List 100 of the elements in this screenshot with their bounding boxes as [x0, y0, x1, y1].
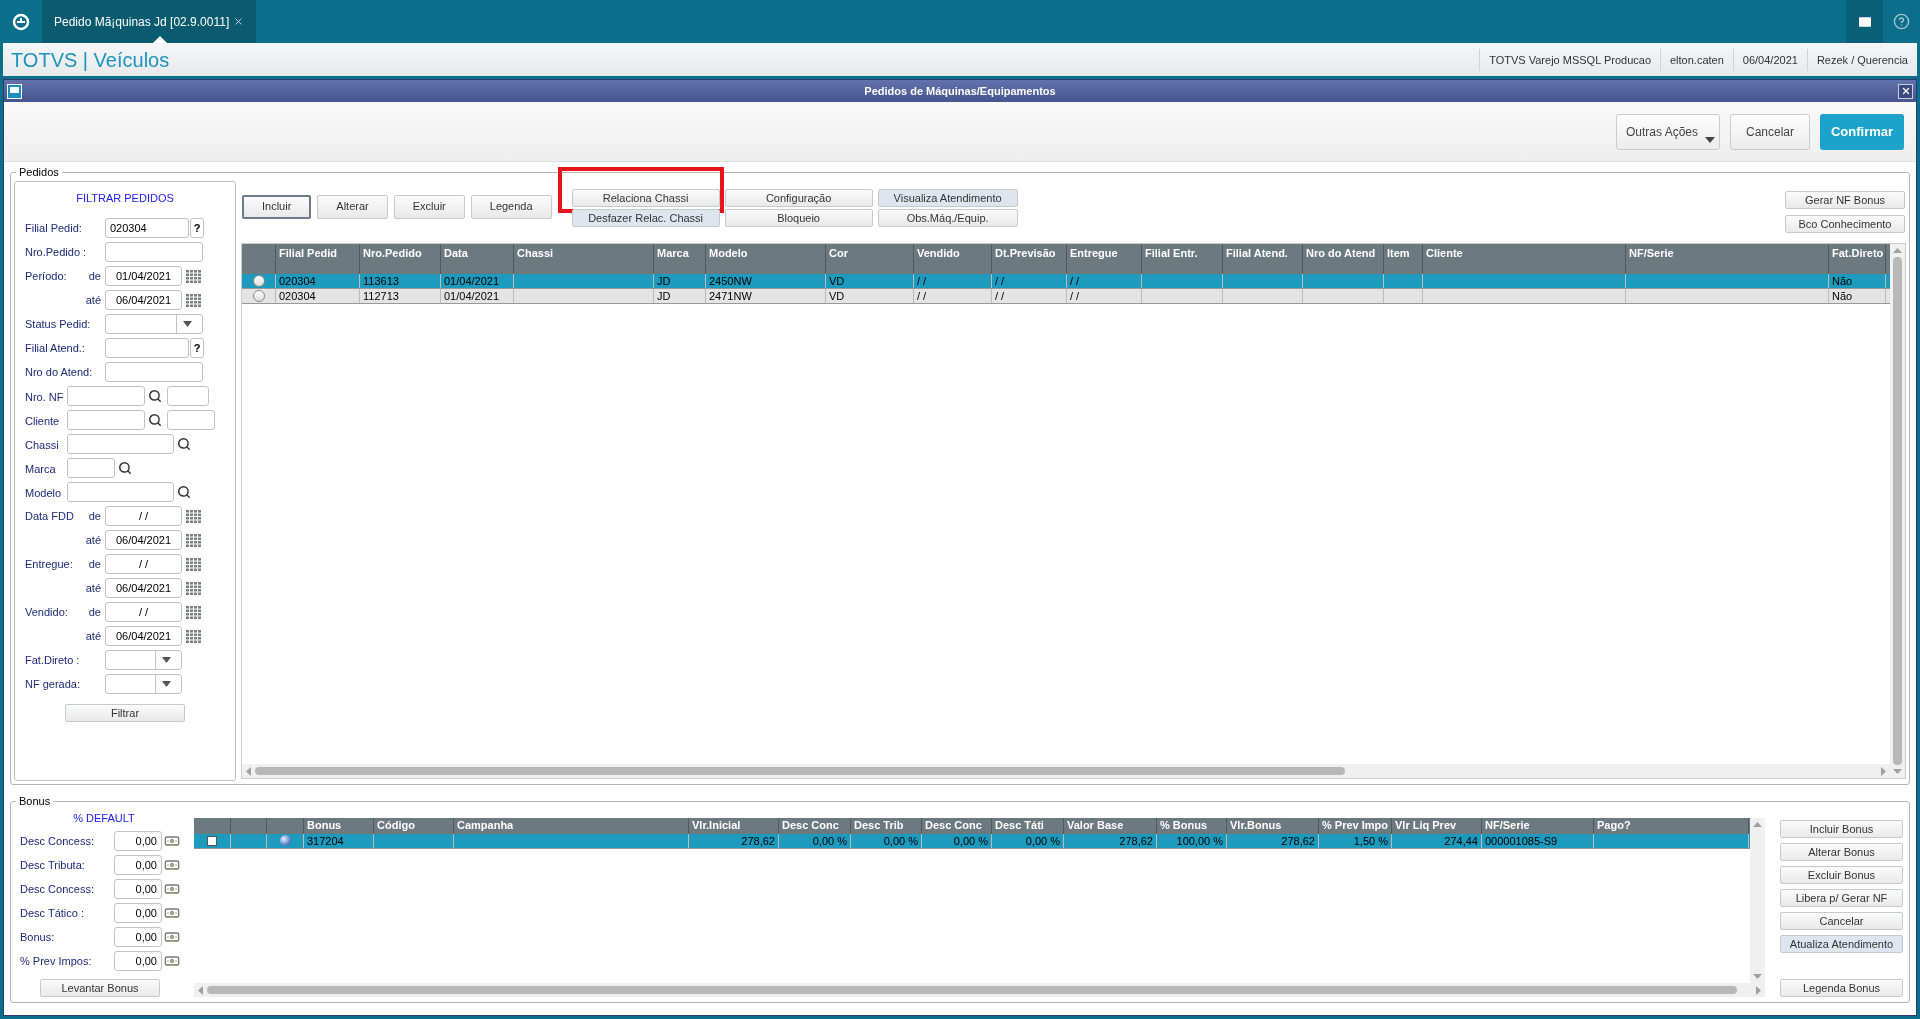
help-icon[interactable] — [1893, 13, 1910, 30]
calendar-icon[interactable] — [186, 581, 201, 595]
raise-bonus-button[interactable]: Levantar Bonus — [40, 979, 160, 997]
search-field[interactable] — [67, 482, 174, 502]
column-header[interactable]: Filial Pedid — [276, 243, 360, 274]
action-button[interactable]: Atualiza Atendimento — [1780, 934, 1903, 953]
document-tab[interactable]: Pedido Mã¡quinas Jd [02.9.0011] — [42, 0, 257, 43]
action-button[interactable]: Bco Conhecimento — [1785, 214, 1905, 233]
column-header[interactable]: Item — [1384, 243, 1423, 274]
column-header[interactable]: NF/Serie — [1626, 243, 1829, 274]
calendar-icon[interactable] — [186, 509, 201, 523]
column-header[interactable]: Modelo — [706, 243, 826, 274]
scroll-right-icon[interactable] — [1756, 985, 1761, 995]
action-button[interactable]: Libera p/ Gerar NF — [1780, 888, 1903, 907]
scroll-down-icon[interactable] — [1753, 974, 1762, 979]
text-field[interactable] — [105, 362, 203, 382]
column-header[interactable]: Dt.Previsão — [992, 243, 1067, 274]
banknote-icon[interactable] — [164, 953, 180, 969]
column-header[interactable]: Marca — [654, 243, 706, 274]
scroll-left-icon[interactable] — [246, 766, 251, 776]
search-icon[interactable] — [148, 389, 162, 403]
column-header[interactable]: Desc Trib — [851, 817, 922, 834]
column-header[interactable]: NF/Serie — [1482, 817, 1594, 834]
column-header[interactable]: Nro do Atend — [1303, 243, 1384, 274]
column-header[interactable]: Filial Entr. — [1142, 243, 1223, 274]
column-header[interactable]: Vlr.Inicial — [689, 817, 779, 834]
close-icon[interactable] — [233, 16, 245, 27]
action-button[interactable]: Visualiza Atendimento — [877, 188, 1018, 207]
column-header[interactable]: Nro.Pedido — [360, 243, 441, 274]
text-field[interactable] — [105, 242, 203, 262]
toolbar-button[interactable]: Legenda — [470, 194, 552, 219]
scroll-up-icon[interactable] — [1893, 247, 1902, 253]
number-field[interactable]: 0,00 — [114, 879, 162, 899]
text-field[interactable]: 020304 — [105, 218, 189, 238]
dropdown-arrow-icon[interactable] — [162, 657, 171, 663]
more-actions-button[interactable]: Outras Ações — [1616, 113, 1720, 150]
scroll-left-icon[interactable] — [198, 985, 203, 995]
number-field[interactable]: 0,00 — [114, 927, 162, 947]
column-header[interactable]: Vlr.Bonus — [1227, 817, 1319, 834]
column-header[interactable]: Pago? — [1594, 817, 1749, 834]
vertical-scrollbar[interactable] — [1750, 817, 1765, 983]
action-button[interactable]: Incluir Bonus — [1780, 819, 1903, 838]
radio-button[interactable] — [252, 289, 265, 302]
radio-button[interactable] — [252, 274, 265, 287]
banknote-icon[interactable] — [164, 881, 180, 897]
column-header[interactable]: Cliente — [1423, 243, 1626, 274]
date-field[interactable]: / / — [105, 602, 182, 622]
lookup-button[interactable]: ? — [190, 218, 204, 238]
column-header[interactable]: Entregue — [1067, 243, 1142, 274]
action-button[interactable]: Gerar NF Bonus — [1785, 190, 1905, 209]
column-header[interactable]: Chassi — [514, 243, 654, 274]
column-header[interactable]: Data — [441, 243, 514, 274]
legend-button[interactable]: Legenda Bonus — [1780, 979, 1903, 997]
text-field[interactable] — [167, 386, 209, 406]
calendar-icon[interactable] — [186, 533, 201, 547]
column-header[interactable]: Campanha — [454, 817, 689, 834]
date-field[interactable]: / / — [105, 554, 182, 574]
banknote-icon[interactable] — [164, 857, 180, 873]
date-field[interactable]: 06/04/2021 — [105, 626, 182, 646]
number-field[interactable]: 0,00 — [114, 903, 162, 923]
search-icon[interactable] — [177, 437, 191, 451]
action-button[interactable]: Obs.Máq./Equip. — [877, 208, 1018, 227]
search-field[interactable] — [67, 434, 174, 454]
logo-icon[interactable] — [12, 12, 30, 31]
date-field[interactable]: 01/04/2021 — [105, 266, 182, 286]
select-field[interactable] — [105, 674, 182, 694]
action-button[interactable]: Desfazer Relac. Chassi — [571, 208, 720, 227]
column-header[interactable]: Código — [374, 817, 454, 834]
dropdown-arrow-icon[interactable] — [183, 321, 192, 327]
action-button[interactable]: Configuração — [724, 188, 873, 207]
date-field[interactable]: 06/04/2021 — [105, 578, 182, 598]
date-field[interactable]: 06/04/2021 — [105, 290, 182, 310]
search-icon[interactable] — [148, 413, 162, 427]
action-button[interactable]: Cancelar — [1780, 911, 1903, 930]
select-field[interactable] — [105, 650, 182, 670]
column-header[interactable]: Fat.Direto — [1829, 243, 1886, 274]
number-field[interactable]: 0,00 — [114, 831, 162, 851]
calendar-icon[interactable] — [186, 605, 201, 619]
action-button[interactable]: Bloqueio — [724, 208, 873, 227]
banknote-icon[interactable] — [164, 905, 180, 921]
calendar-icon[interactable] — [186, 269, 201, 283]
select-field[interactable] — [105, 314, 203, 334]
filter-button[interactable]: Filtrar — [65, 704, 185, 722]
column-header[interactable]: Vendido — [914, 243, 992, 274]
column-header[interactable]: Cor — [826, 243, 914, 274]
banknote-icon[interactable] — [164, 833, 180, 849]
calendar-icon[interactable] — [186, 557, 201, 571]
horizontal-scrollbar[interactable] — [194, 983, 1765, 997]
column-header[interactable]: Valor Base — [1064, 817, 1157, 834]
text-field[interactable] — [167, 410, 215, 430]
action-button[interactable]: Alterar Bonus — [1780, 842, 1903, 861]
cancel-button[interactable]: Cancelar — [1730, 113, 1810, 150]
search-field[interactable] — [67, 410, 145, 430]
number-field[interactable]: 0,00 — [114, 855, 162, 875]
column-header[interactable]: % Bonus — [1157, 817, 1227, 834]
scroll-up-icon[interactable] — [1753, 821, 1762, 827]
number-field[interactable]: 0,00 — [114, 951, 162, 971]
horizontal-scrollbar[interactable] — [242, 764, 1890, 778]
date-field[interactable]: / / — [105, 506, 182, 526]
scroll-down-icon[interactable] — [1893, 769, 1902, 774]
